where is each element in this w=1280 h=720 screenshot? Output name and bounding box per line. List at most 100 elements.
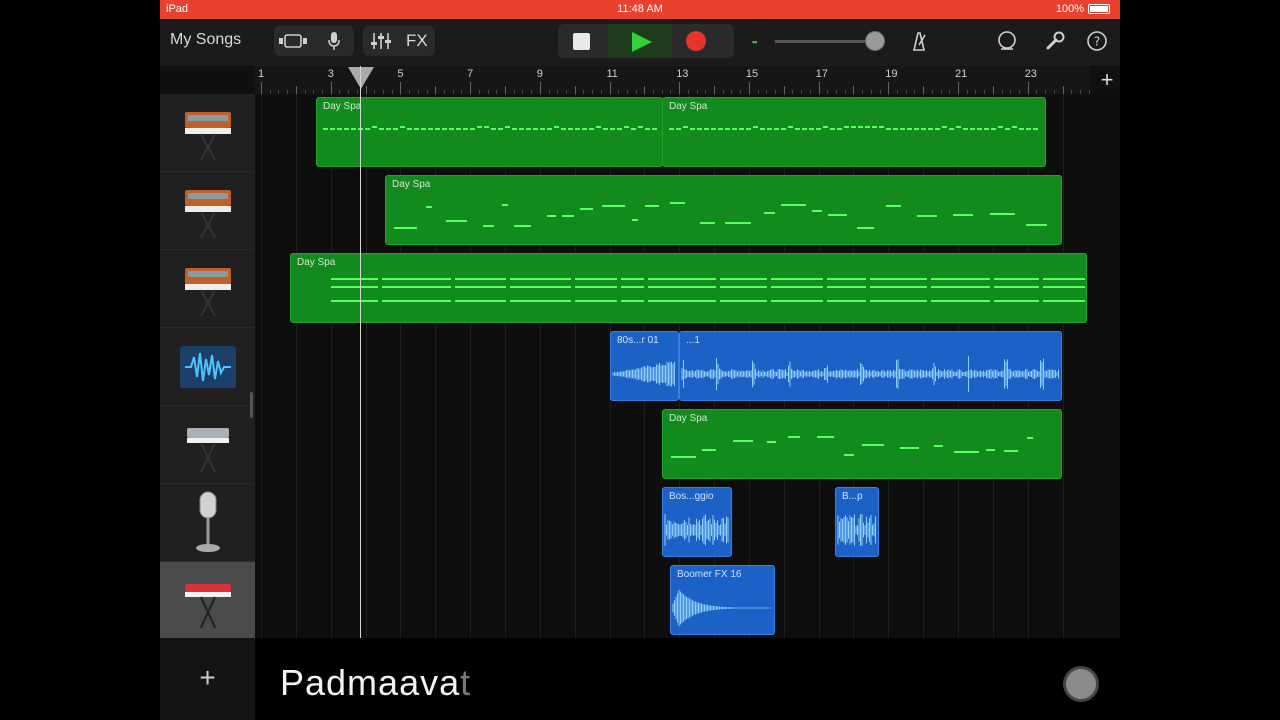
midi-note [323,128,328,130]
stop-button[interactable] [573,33,590,50]
red-keyboard-icon [184,583,231,628]
midi-note [1004,450,1018,452]
midi-note [771,278,823,280]
midi-note [921,128,926,130]
region-r5[interactable]: Day Spa [662,409,1062,479]
midi-note [886,205,901,207]
audio-waveform [681,356,1059,392]
playhead[interactable] [360,66,361,638]
midi-note [1043,278,1085,280]
midi-note [426,206,432,208]
region-r1b[interactable]: Day Spa [662,97,1046,167]
bar-gridline [330,94,332,638]
region-r2[interactable]: Day Spa [385,175,1062,245]
midi-note [669,128,674,130]
midi-note [379,128,384,130]
midi-note [956,126,961,128]
midi-note [720,278,767,280]
region-r3[interactable]: Day Spa [290,253,1087,323]
fx-button[interactable]: FX [406,31,428,51]
header-resize-handle[interactable] [250,392,253,418]
region-r7[interactable]: Boomer FX 16 [670,565,775,635]
midi-note [671,456,696,458]
browser-icon[interactable] [276,26,310,56]
midi-notes [323,126,657,130]
track-headers [160,94,255,640]
midi-note [900,128,905,130]
ruler-tick [435,86,437,94]
midi-note [547,215,556,217]
ruler-tick [330,82,332,94]
ruler-tick [609,82,611,94]
region-r6b[interactable]: B...p [835,487,879,557]
midi-note [994,300,1039,302]
midi-note [510,300,571,302]
midi-note [455,286,506,288]
my-songs-button[interactable]: My Songs [170,31,241,49]
midi-note [351,128,356,130]
track-header-1[interactable] [160,94,255,172]
midi-note [994,278,1039,280]
midi-note [774,128,779,130]
microphone-icon[interactable] [317,26,351,56]
midi-note [477,126,482,128]
region-r1a[interactable]: Day Spa [316,97,663,167]
midi-note [935,128,940,130]
track-header-4[interactable] [160,328,255,406]
midi-note [540,128,545,130]
midi-note [986,449,995,451]
ruler-bar-number: 17 [815,68,828,80]
help-icon[interactable]: ? [1080,26,1114,56]
midi-note [483,225,494,227]
ruler-bar-number: 21 [955,68,968,80]
playhead-handle[interactable] [348,67,374,89]
audio-waveform [672,590,771,626]
midi-note [442,128,447,130]
midi-note [879,126,884,128]
lcd-display[interactable]: ▪▪ [752,37,757,47]
assistive-touch-button[interactable] [1063,666,1099,702]
midi-notes [394,202,1047,229]
midi-note [802,128,807,130]
add-section-button[interactable]: + [1095,68,1119,92]
midi-note [963,128,968,130]
midi-note [330,128,335,130]
metronome-icon[interactable] [902,26,936,56]
timeline-ruler[interactable]: 1 3 5 7 9 11 13 15 17 19 21 23 [255,66,1090,95]
track-header-5[interactable] [160,406,255,484]
midi-note [907,128,912,130]
midi-note [788,126,793,128]
midi-note [510,278,571,280]
track-header-2[interactable] [160,172,255,250]
battery-icon [1088,4,1110,14]
ruler-bar-number: 9 [536,68,543,80]
region-r6a[interactable]: Bos...ggio [662,487,732,557]
region-r4b[interactable]: ...1 [679,331,1062,401]
add-track-button[interactable]: + [160,638,255,720]
midi-note [337,128,342,130]
midi-note [670,202,685,204]
track-header-3[interactable] [160,250,255,328]
midi-note [865,126,870,128]
midi-note [870,286,927,288]
ruler-tick [261,82,262,94]
track-header-7[interactable] [160,562,255,640]
region-r4a[interactable]: 80s...r 01 [610,331,679,401]
arrangement-area[interactable]: Day Spa Day Spa Day Spa Day Spa 80s...r … [255,94,1120,638]
midi-note [632,219,638,221]
record-button[interactable] [686,31,706,51]
track-header-6[interactable] [160,484,255,562]
keyboard-silver-icon [186,427,229,472]
volume-slider-knob[interactable] [865,31,885,51]
midi-note [828,214,847,216]
midi-note [781,204,806,206]
midi-note [870,278,927,280]
midi-note [435,128,440,130]
midi-note [817,436,834,438]
settings-wrench-icon[interactable] [1038,26,1072,56]
midi-note [1019,128,1024,130]
mixer-icon[interactable] [364,26,398,56]
midi-note [645,128,650,130]
loop-browser-icon[interactable] [990,26,1024,56]
midi-note [931,286,990,288]
